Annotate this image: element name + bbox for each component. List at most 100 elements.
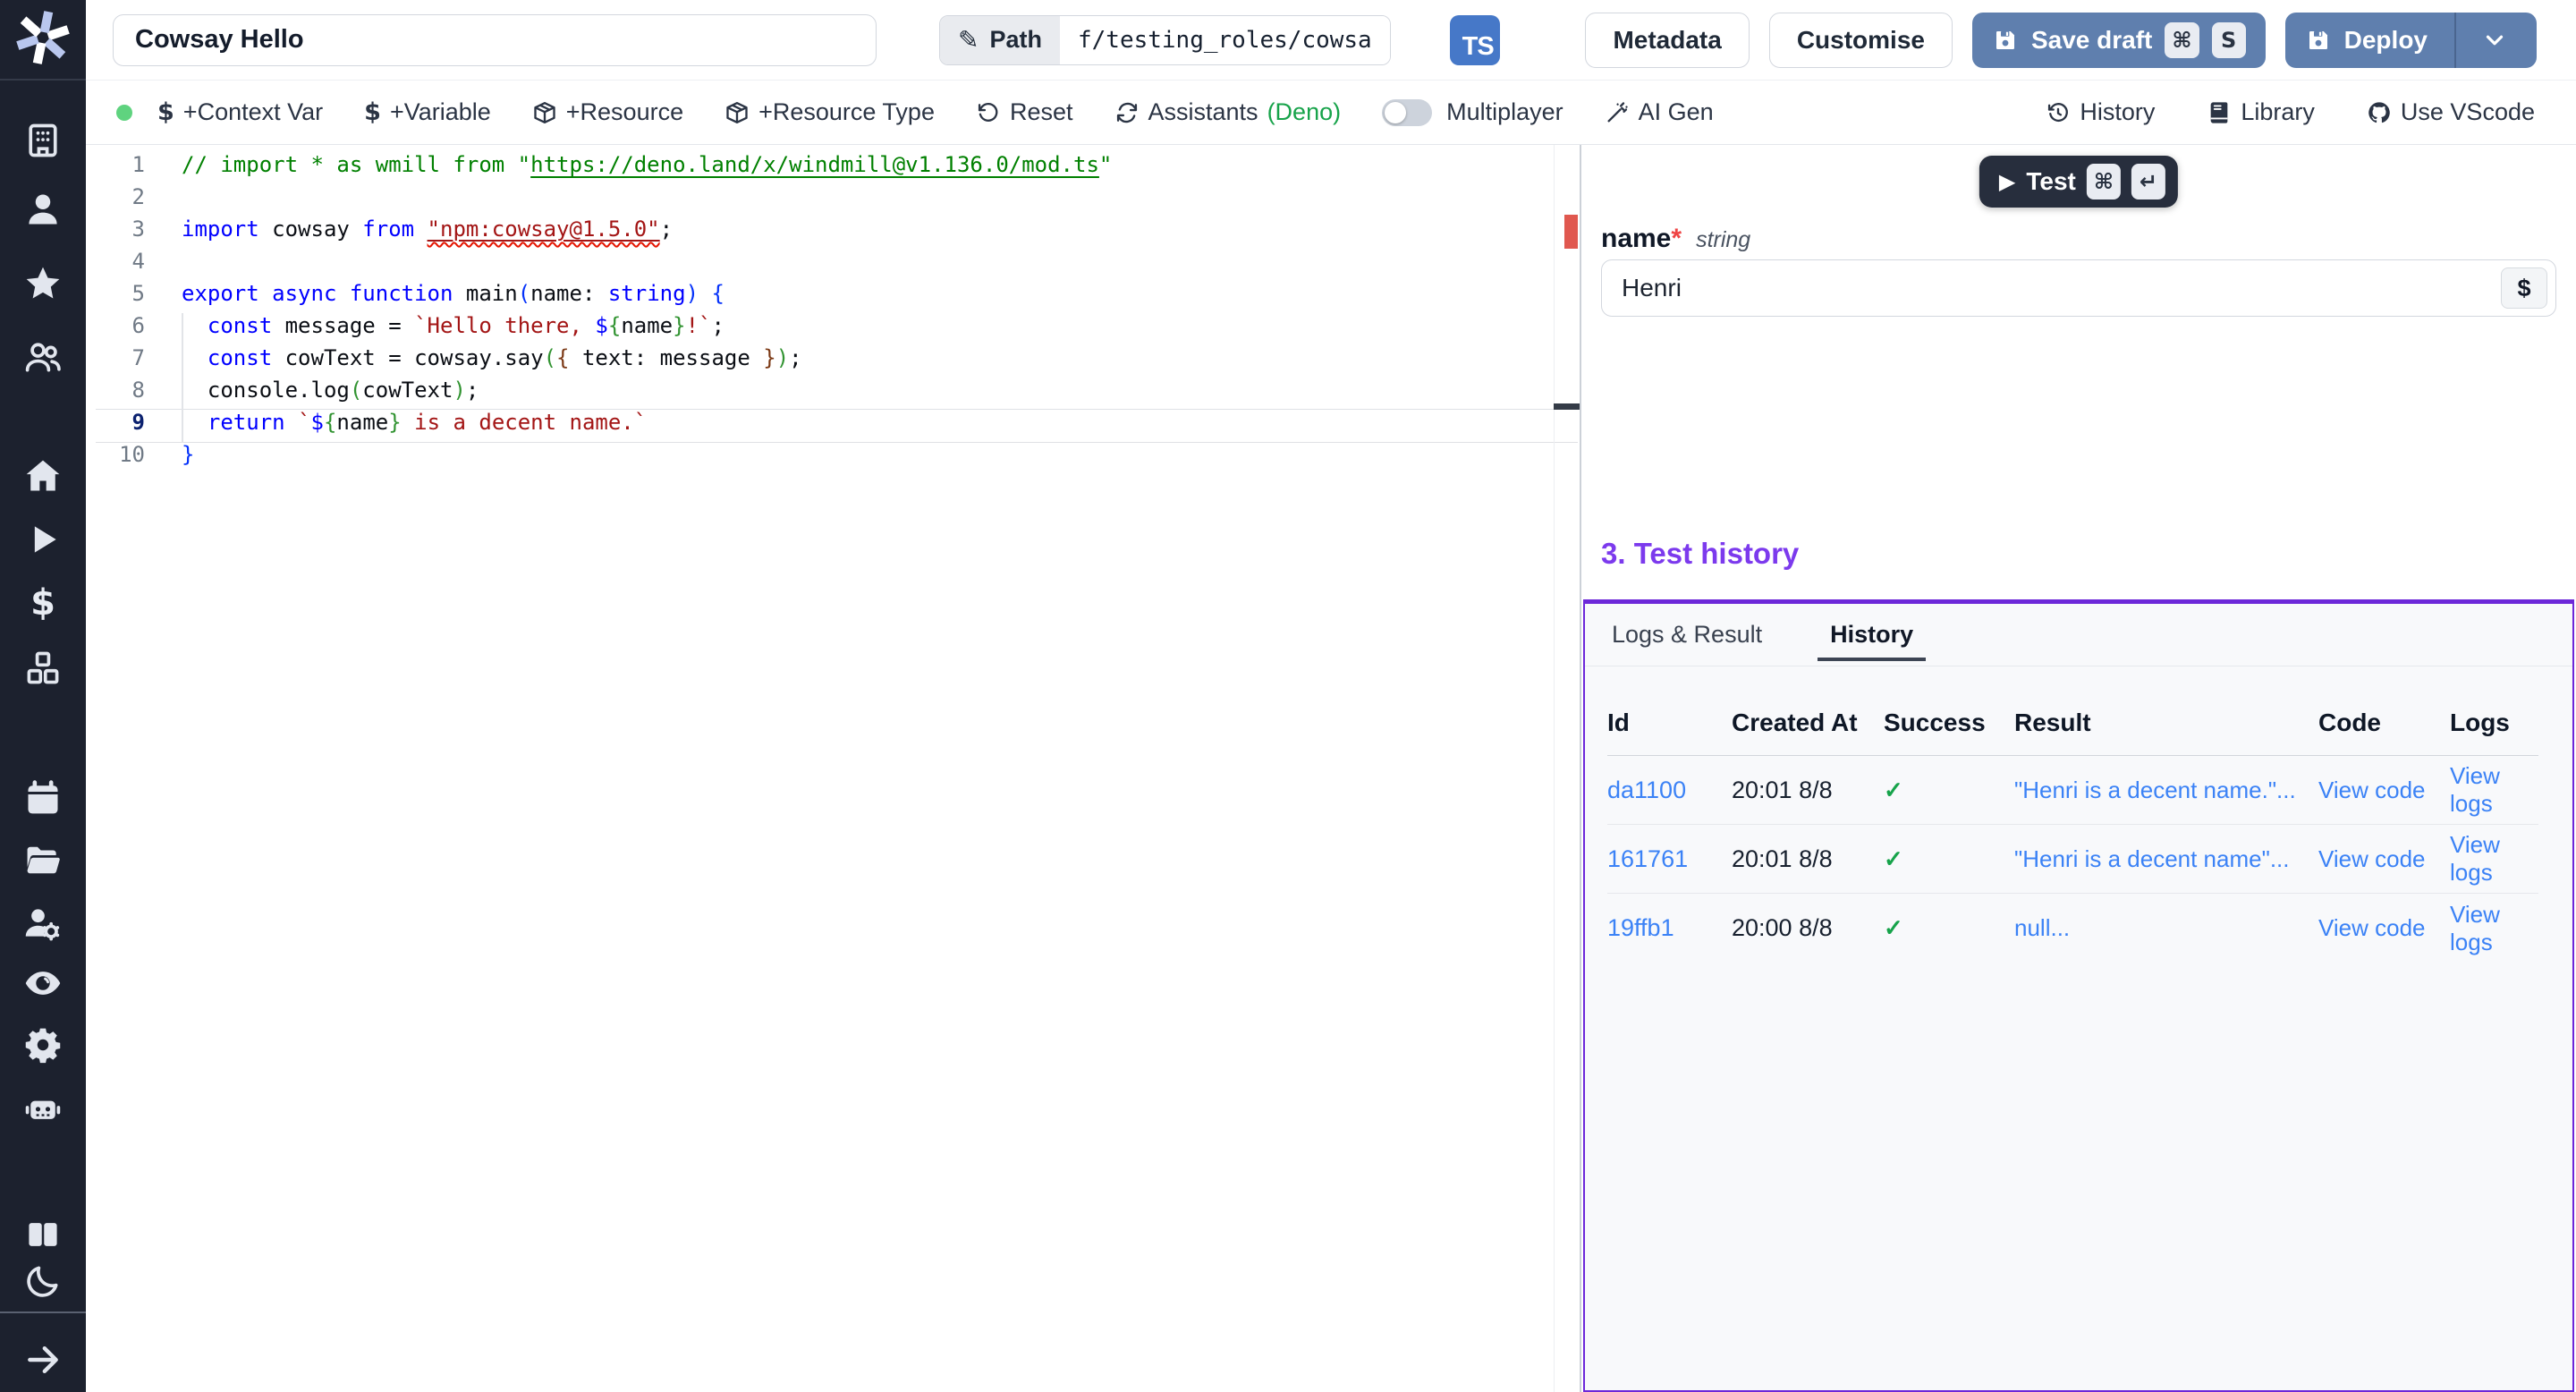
id[interactable]: da1100	[1607, 777, 1732, 804]
insert-variable-button[interactable]: $	[2501, 267, 2547, 309]
assistants-button[interactable]: Assistants (Deno)	[1114, 98, 1342, 126]
tab-logs-result[interactable]: Logs & Result	[1612, 621, 1762, 649]
kbd-enter: ↵	[2131, 164, 2165, 199]
package-icon	[724, 100, 750, 125]
code-line: return `${name} is a decent name.`	[182, 410, 1112, 442]
sidebar-gear-icon[interactable]	[20, 1022, 66, 1068]
result-link[interactable]: null...	[2014, 914, 2318, 942]
sidebar-boxes-icon[interactable]	[20, 645, 66, 692]
created-at: 20:00 8/8	[1732, 914, 1884, 942]
script-title-input[interactable]	[113, 14, 877, 66]
sidebar-play-icon[interactable]	[20, 516, 66, 563]
history-icon	[2046, 100, 2071, 125]
sidebar-calendar-icon[interactable]	[20, 775, 66, 821]
overview-ruler	[1554, 145, 1580, 1392]
code-line	[182, 184, 1112, 216]
save-draft-label: Save draft	[2031, 26, 2152, 55]
id[interactable]: 161761	[1607, 845, 1732, 873]
chevron-down-icon[interactable]	[2469, 27, 2517, 54]
line-number: 5	[86, 281, 145, 313]
column-header: Created At	[1732, 709, 1884, 737]
add-context-var-button[interactable]: $ +Context Var	[157, 98, 323, 126]
result-link[interactable]: "Henri is a decent name."...	[2014, 777, 2318, 804]
line-number: 3	[86, 216, 145, 249]
table-header-row: IdCreated AtSuccessResultCodeLogs	[1607, 690, 2538, 756]
sidebar-user-cog-icon[interactable]	[20, 900, 66, 946]
book-icon	[2207, 100, 2232, 125]
view-logs-link[interactable]: View logs	[2450, 831, 2538, 887]
pencil-icon: ✎	[958, 25, 979, 55]
code-line: const message = `Hello there, ${name}!`;	[182, 313, 1112, 345]
sidebar-arrow-right-icon[interactable]	[20, 1337, 66, 1383]
view-code-link[interactable]: View code	[2318, 914, 2450, 942]
package-icon	[532, 100, 557, 125]
add-variable-button[interactable]: $ +Variable	[364, 98, 491, 126]
sidebar-user-icon[interactable]	[20, 186, 66, 233]
test-panel: ▶ Test ⌘ ↵ name* string $ 3. Test histor…	[1581, 145, 2576, 1392]
line-number: 2	[86, 184, 145, 216]
success-check: ✓	[1884, 845, 2014, 873]
table-row: 19ffb120:00 8/8✓null...View codeView log…	[1607, 894, 2538, 963]
history-button[interactable]: History	[2046, 98, 2155, 126]
library-button[interactable]: Library	[2207, 98, 2315, 126]
windmill-logo-icon[interactable]	[13, 7, 73, 68]
success-check: ✓	[1884, 777, 2014, 804]
sidebar-star-icon[interactable]	[20, 260, 66, 307]
add-resource-button[interactable]: +Resource	[532, 98, 683, 126]
sidebar-folder-icon[interactable]	[20, 837, 66, 884]
name-argument-input[interactable]	[1601, 259, 2556, 317]
sidebar-book-open-icon[interactable]	[20, 1211, 66, 1258]
view-code-link[interactable]: View code	[2318, 845, 2450, 873]
line-numbers-gutter: 12345678910	[86, 152, 145, 474]
path-value[interactable]: f/testing_roles/cowsa	[1060, 16, 1390, 64]
reset-button[interactable]: Reset	[976, 98, 1073, 126]
field-name: name	[1601, 224, 1671, 253]
view-logs-link[interactable]: View logs	[2450, 901, 2538, 956]
save-draft-button[interactable]: Save draft ⌘ S	[1972, 13, 2266, 68]
code-line	[182, 249, 1112, 281]
add-resource-type-button[interactable]: +Resource Type	[724, 98, 935, 126]
windmill-script-editor: $ ✎ Path f/testing_roles/cowsa TS Metada…	[0, 0, 2576, 1392]
tab-history[interactable]: History	[1830, 621, 1913, 649]
code-editor[interactable]: 12345678910 // import * as wmill from "h…	[86, 145, 1580, 1392]
deploy-label: Deploy	[2344, 26, 2428, 55]
sidebar-home-icon[interactable]	[20, 453, 66, 499]
use-vscode-button[interactable]: Use VScode	[2367, 98, 2535, 126]
column-header: Success	[1884, 709, 2014, 737]
test-button[interactable]: ▶ Test ⌘ ↵	[1979, 156, 2178, 208]
sidebar-dollar-icon[interactable]: $	[20, 580, 66, 626]
history-table: IdCreated AtSuccessResultCodeLogsda11002…	[1607, 690, 2538, 963]
metadata-button[interactable]: Metadata	[1585, 13, 1749, 68]
column-header: Id	[1607, 709, 1732, 737]
line-number: 4	[86, 249, 145, 281]
view-logs-link[interactable]: View logs	[2450, 762, 2538, 818]
sidebar-user-group-icon[interactable]	[20, 334, 66, 380]
column-header: Result	[2014, 709, 2318, 737]
sidebar-eye-icon[interactable]	[20, 960, 66, 1006]
typescript-badge: TS	[1450, 15, 1500, 65]
history-tabs: Logs & Result History	[1585, 604, 2572, 666]
sidebar-moon-icon[interactable]	[20, 1258, 66, 1304]
customise-button[interactable]: Customise	[1769, 13, 1953, 68]
id[interactable]: 19ffb1	[1607, 914, 1732, 942]
result-link[interactable]: "Henri is a decent name"...	[2014, 845, 2318, 873]
deploy-button[interactable]: Deploy	[2285, 13, 2537, 68]
sidebar-building-icon[interactable]	[20, 117, 66, 164]
path-field[interactable]: ✎ Path f/testing_roles/cowsa	[939, 15, 1391, 65]
table-row: da110020:01 8/8✓"Henri is a decent name.…	[1607, 756, 2538, 825]
ai-gen-button[interactable]: AI Gen	[1605, 98, 1714, 126]
play-icon: ▶	[1999, 169, 2015, 194]
status-dot	[116, 105, 132, 121]
required-mark: *	[1671, 224, 1682, 253]
editor-toolbar: $ +Context Var $ +Variable +Resource +Re…	[86, 81, 2576, 145]
path-label: Path	[989, 26, 1042, 54]
code-line: // import * as wmill from "https://deno.…	[182, 152, 1112, 184]
line-number: 1	[86, 152, 145, 184]
github-icon	[2367, 100, 2392, 125]
error-marker	[1564, 215, 1578, 249]
view-code-link[interactable]: View code	[2318, 777, 2450, 804]
code-content: // import * as wmill from "https://deno.…	[182, 152, 1112, 474]
sidebar-bot-icon[interactable]	[20, 1084, 66, 1131]
deploy-divider	[2454, 13, 2456, 68]
multiplayer-toggle[interactable]	[1382, 99, 1432, 126]
